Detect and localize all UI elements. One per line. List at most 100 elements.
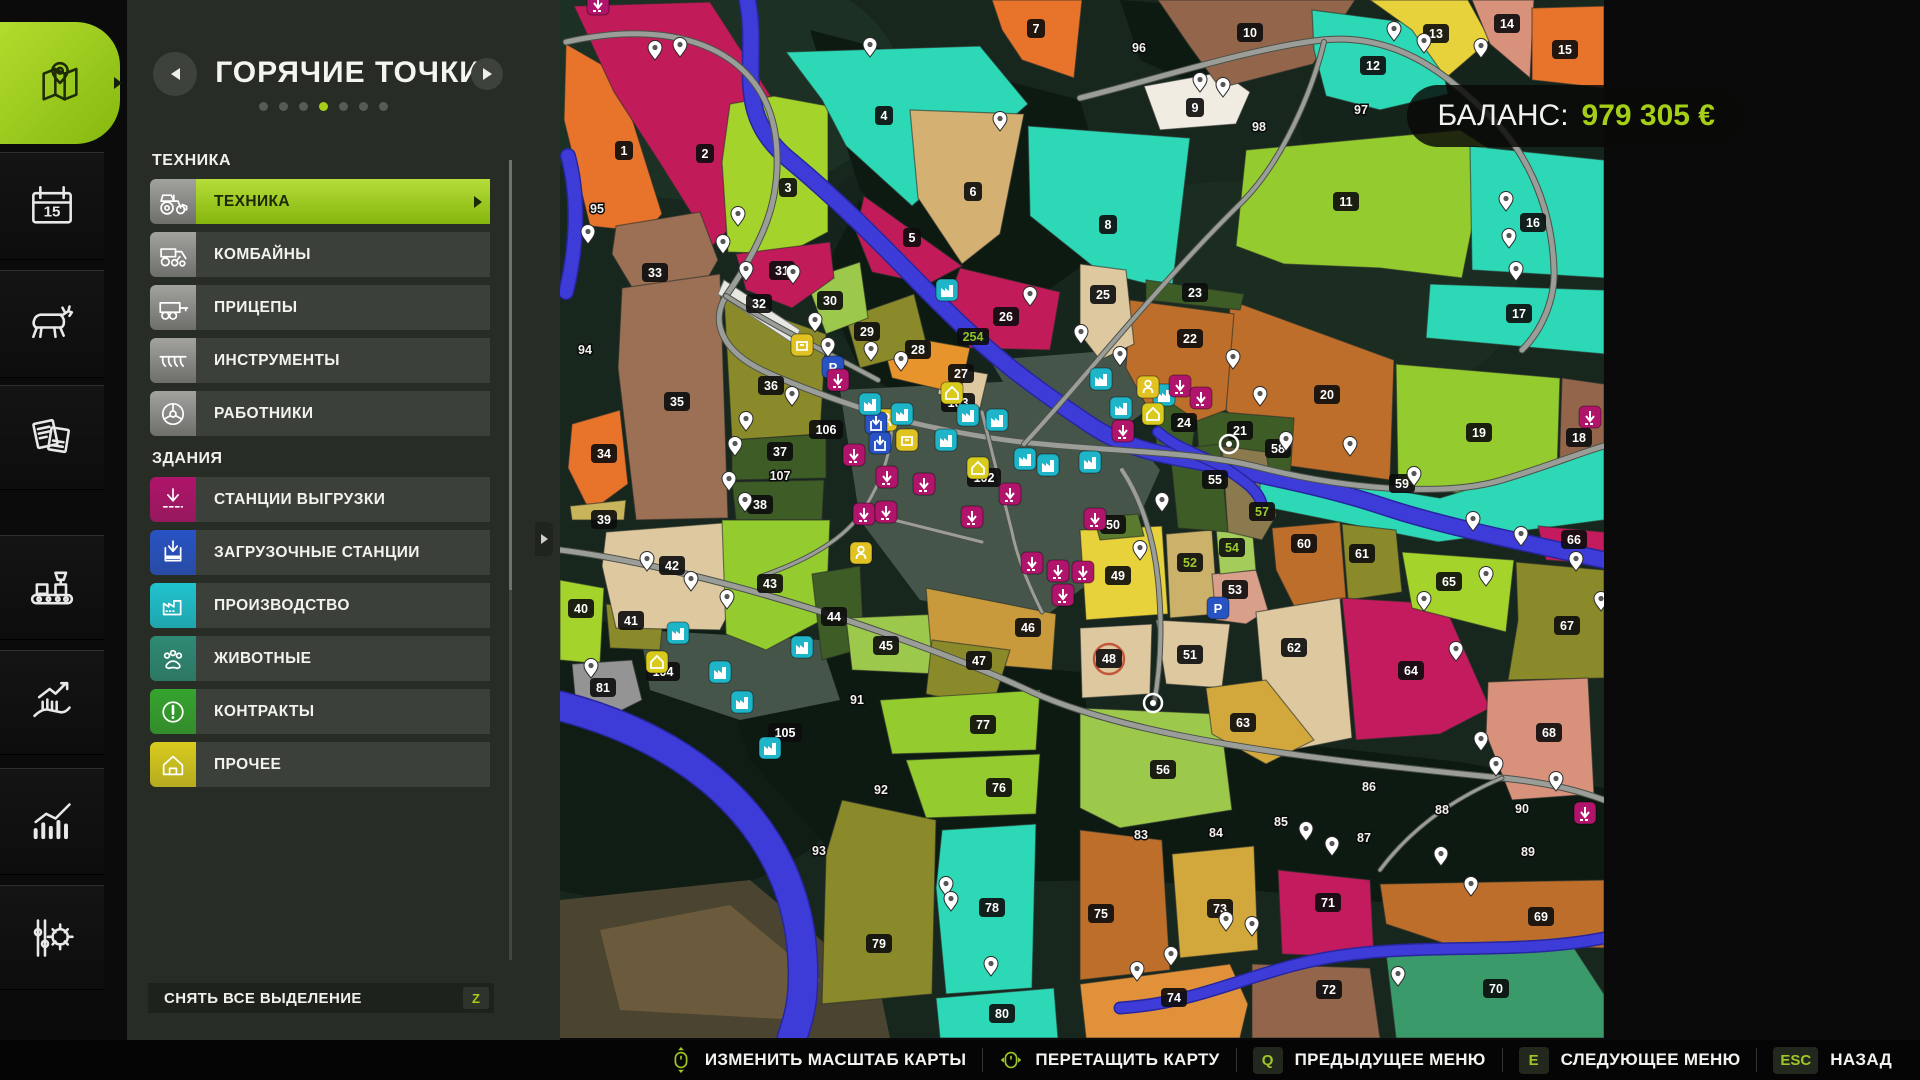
field-badge-62[interactable]: 62 [1281, 638, 1307, 657]
field-badge-11[interactable]: 11 [1333, 192, 1359, 211]
field-badge-69[interactable]: 69 [1528, 907, 1554, 926]
sidebar-item-production[interactable] [0, 535, 104, 640]
clear-selection-button[interactable]: СНЯТЬ ВСЕ ВЫДЕЛЕНИЕ Z [148, 983, 494, 1013]
sidebar-item-settings[interactable] [0, 885, 104, 990]
sidebar-item-calendar[interactable]: 15 [0, 152, 104, 260]
field-badge-12[interactable]: 12 [1360, 56, 1386, 75]
sidebar-item-finances[interactable] [0, 650, 104, 755]
field-badge-57[interactable]: 57 [1249, 502, 1275, 521]
poi-market[interactable] [791, 334, 813, 356]
field-badge-63[interactable]: 63 [1230, 713, 1256, 732]
poi-production[interactable] [891, 403, 913, 425]
field-badge-48[interactable]: 48 [1096, 649, 1122, 668]
field-badge-75[interactable]: 75 [1088, 904, 1114, 923]
map-canvas[interactable]: 1234567891011121314151617181920212223242… [560, 0, 1604, 1038]
field-badge-5[interactable]: 5 [903, 228, 921, 247]
poi-unload[interactable] [827, 369, 849, 391]
field-badge-56[interactable]: 56 [1150, 760, 1176, 779]
poi-unload[interactable] [1084, 508, 1106, 530]
field-badge-41[interactable]: 41 [618, 611, 644, 630]
filter-row-factory[interactable]: ПРОИЗВОДСТВО [150, 583, 490, 628]
poi-house[interactable] [941, 382, 963, 404]
map-field-76[interactable] [906, 754, 1040, 818]
poi-house[interactable] [967, 457, 989, 479]
poi-unload[interactable] [1169, 375, 1191, 397]
poi-production[interactable] [709, 661, 731, 683]
poi-production[interactable] [791, 636, 813, 658]
field-badge-29[interactable]: 29 [854, 322, 880, 341]
poi-house[interactable] [646, 651, 668, 673]
field-badge-17[interactable]: 17 [1506, 304, 1532, 323]
panel-expand-tab[interactable] [535, 522, 553, 556]
field-badge-72[interactable]: 72 [1316, 980, 1342, 999]
world-map[interactable]: 1234567891011121314151617181920212223242… [560, 0, 1604, 1038]
field-badge-65[interactable]: 65 [1436, 572, 1462, 591]
field-badge-28[interactable]: 28 [905, 340, 931, 359]
field-badge-7[interactable]: 7 [1027, 19, 1045, 38]
map-field-11[interactable] [1236, 130, 1488, 278]
field-badge-80[interactable]: 80 [989, 1004, 1015, 1023]
panel-scrollbar[interactable] [509, 160, 512, 960]
field-badge-1[interactable]: 1 [615, 141, 633, 160]
poi-unload[interactable] [843, 444, 865, 466]
filter-row-implement[interactable]: ИНСТРУМЕНТЫ [150, 338, 490, 383]
field-badge-45[interactable]: 45 [873, 636, 899, 655]
field-badge-23[interactable]: 23 [1182, 283, 1208, 302]
poi-unload[interactable] [913, 473, 935, 495]
poi-unload[interactable] [1579, 406, 1601, 428]
poi-unload[interactable] [1574, 802, 1596, 824]
poi-parking[interactable]: P [1207, 597, 1229, 619]
field-badge-8[interactable]: 8 [1099, 215, 1117, 234]
filter-row-wheel[interactable]: РАБОТНИКИ [150, 391, 490, 436]
poi-production[interactable] [1090, 368, 1112, 390]
filter-row-house[interactable]: ПРОЧЕЕ [150, 742, 490, 787]
field-badge-36[interactable]: 36 [758, 376, 784, 395]
field-badge-79[interactable]: 79 [866, 934, 892, 953]
filter-row-harvester[interactable]: КОМБАЙНЫ [150, 232, 490, 277]
field-badge-18[interactable]: 18 [1566, 428, 1592, 447]
filter-row-load[interactable]: ЗАГРУЗОЧНЫЕ СТАНЦИИ [150, 530, 490, 575]
poi-ring[interactable] [1220, 435, 1238, 453]
field-badge-44[interactable]: 44 [821, 607, 847, 626]
poi-unload[interactable] [587, 0, 609, 15]
field-badge-9[interactable]: 9 [1186, 98, 1204, 117]
field-badge-39[interactable]: 39 [591, 510, 617, 529]
field-badge-6[interactable]: 6 [964, 182, 982, 201]
poi-person[interactable] [850, 542, 872, 564]
field-badge-14[interactable]: 14 [1494, 14, 1520, 33]
field-badge-81[interactable]: 81 [590, 678, 616, 697]
poi-load[interactable] [869, 432, 891, 454]
map-field-16[interactable] [1470, 146, 1604, 278]
poi-unload[interactable] [961, 506, 983, 528]
field-badge-20[interactable]: 20 [1314, 385, 1340, 404]
poi-unload[interactable] [1190, 387, 1212, 409]
filter-row-paw[interactable]: ЖИВОТНЫЕ [150, 636, 490, 681]
filter-row-contract[interactable]: КОНТРАКТЫ [150, 689, 490, 734]
sidebar-item-statistics[interactable] [0, 768, 104, 875]
poi-unload[interactable] [1021, 552, 1043, 574]
poi-unload[interactable] [1072, 561, 1094, 583]
poi-unload[interactable] [1047, 560, 1069, 582]
poi-production[interactable] [859, 393, 881, 415]
field-badge-68[interactable]: 68 [1536, 723, 1562, 742]
filter-row-trailer[interactable]: ПРИЦЕПЫ [150, 285, 490, 330]
field-badge-25[interactable]: 25 [1090, 285, 1116, 304]
field-badge-51[interactable]: 51 [1177, 645, 1203, 664]
field-badge-26[interactable]: 26 [993, 307, 1019, 326]
map-field-40[interactable] [560, 580, 604, 664]
poi-unload[interactable] [853, 503, 875, 525]
poi-production[interactable] [1037, 454, 1059, 476]
field-badge-32[interactable]: 32 [746, 294, 772, 313]
field-badge-10[interactable]: 10 [1237, 23, 1263, 42]
next-category-button[interactable] [471, 58, 503, 90]
field-badge-35[interactable]: 35 [664, 392, 690, 411]
poi-unload[interactable] [1052, 584, 1074, 606]
map-field-71[interactable] [1278, 870, 1374, 958]
field-badge-106[interactable]: 106 [809, 420, 843, 439]
poi-production[interactable] [1110, 397, 1132, 419]
field-badge-52[interactable]: 52 [1177, 553, 1203, 572]
sidebar-item-animals[interactable] [0, 270, 104, 378]
map-field-77[interactable] [880, 690, 1040, 754]
field-badge-22[interactable]: 22 [1177, 329, 1203, 348]
field-badge-19[interactable]: 19 [1466, 423, 1492, 442]
